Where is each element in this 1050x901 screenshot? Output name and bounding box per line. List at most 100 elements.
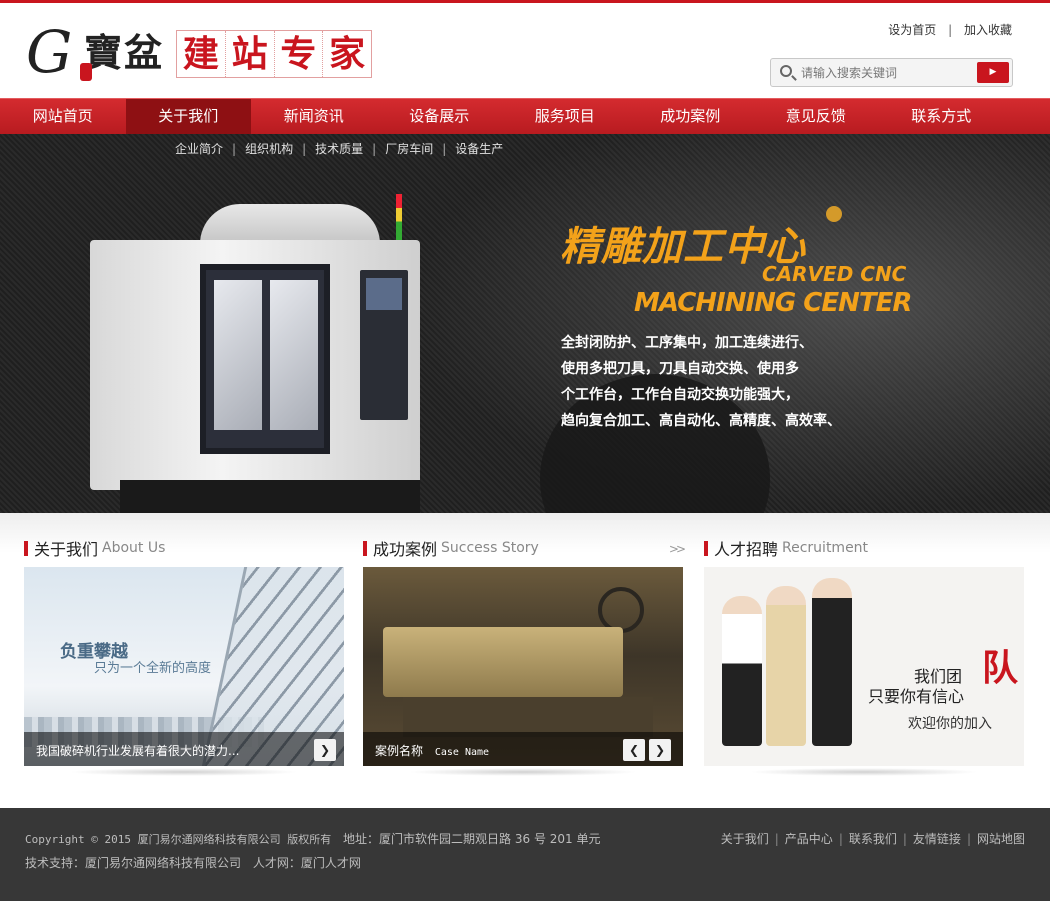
search-icon (780, 65, 792, 77)
case-name-en: Case Name (434, 747, 490, 758)
chevron-right-icon: ❯ (654, 743, 666, 757)
control-screen (366, 278, 402, 310)
about-title[interactable]: 关于我们 (34, 536, 98, 560)
footer-link-friends[interactable]: 友情链接 (913, 832, 961, 846)
set-homepage-link[interactable]: 设为首页 (888, 23, 936, 37)
divider: | (302, 142, 307, 156)
footer-links: 关于我们 | 产品中心 | 联系我们 | 友情链接 | 网站地图 (721, 830, 1025, 847)
content-section: 关于我们 About Us 负重攀越 只为一个全新的高度 我国破碎机行业发展有着… (0, 513, 1050, 808)
about-column: 关于我们 About Us 负重攀越 只为一个全新的高度 我国破碎机行业发展有着… (24, 537, 344, 776)
machine-control-panel (360, 270, 408, 420)
about-caption-bar: 我国破碎机行业发展有着很大的潜力... ❯ (24, 732, 344, 766)
lathe-graphic (383, 627, 623, 697)
cases-title-en: Success Story (441, 540, 539, 556)
subnav-item-quality[interactable]: 技术质量 (315, 142, 363, 156)
image-shadow (749, 768, 979, 776)
subnav-item-profile[interactable]: 企业简介 (175, 142, 223, 156)
machine-base (120, 480, 420, 513)
cases-heading: 成功案例 Success Story (363, 537, 683, 559)
nav-item-news[interactable]: 新闻资讯 (251, 99, 377, 134)
footer-link-sitemap[interactable]: 网站地图 (977, 832, 1025, 846)
logo-seal-icon (80, 63, 92, 81)
heading-marker (704, 540, 708, 556)
logo-char: 站 (226, 31, 275, 77)
jobs-title-en: Recruitment (782, 540, 869, 556)
next-button[interactable]: ❯ (649, 739, 671, 761)
banner-desc-line: 个工作台，工作台自动交换功能强大， (561, 387, 799, 403)
logo-char: 建 (177, 31, 226, 77)
case-caption: 案例名称 Case Name (375, 742, 489, 759)
lathe-bed-graphic (403, 697, 653, 737)
footer-link-products[interactable]: 产品中心 (785, 832, 833, 846)
divider: | (838, 832, 843, 846)
case-caption-bar: 案例名称 Case Name ❮ ❯ (363, 732, 683, 766)
case-name-zh[interactable]: 案例名称 (375, 744, 423, 758)
banner-en-line1: CARVED CNC (762, 262, 907, 286)
header: G 寶盆 建 站 专 家 设为首页 | 加入收藏 ▶ (0, 3, 1050, 98)
divider: | (232, 142, 237, 156)
next-button[interactable]: ❯ (314, 739, 336, 761)
nav-item-equipment[interactable]: 设备展示 (377, 99, 503, 134)
image-shadow (408, 768, 638, 776)
divider: | (948, 23, 953, 37)
address-text: 地址：厦门市软件园二期观日路 36 号 201 单元 (343, 832, 601, 846)
about-caption[interactable]: 我国破碎机行业发展有着很大的潜力... (36, 742, 239, 759)
banner-desc-line: 趋向复合加工、高自动化、高精度、高效率、 (561, 413, 841, 429)
prev-button[interactable]: ❮ (623, 739, 645, 761)
nav-item-contact[interactable]: 联系方式 (879, 99, 1005, 134)
search-submit-button[interactable]: ▶ (977, 62, 1009, 83)
machine-signal-light (396, 194, 402, 240)
banner-dot (826, 206, 842, 222)
subnav-item-production[interactable]: 设备生产 (455, 142, 503, 156)
heading-marker (24, 540, 28, 556)
more-link[interactable]: >> (669, 542, 686, 556)
subnav-item-organization[interactable]: 组织机构 (245, 142, 293, 156)
jobs-title[interactable]: 人才招聘 (714, 536, 778, 560)
about-image-subtitle: 只为一个全新的高度 (94, 661, 212, 676)
about-image[interactable]: 负重攀越 只为一个全新的高度 我国破碎机行业发展有着很大的潜力... ❯ (24, 567, 344, 766)
divider: | (372, 142, 377, 156)
logo-traditional-text: 寶盆 (84, 30, 165, 75)
divider: | (966, 832, 971, 846)
about-title-en: About Us (102, 540, 166, 556)
footer-line2: 技术支持：厦门易尔通网络科技有限公司 人才网：厦门人才网 (25, 854, 361, 871)
banner-description: 全封闭防护、工序集中，加工连续进行、 使用多把刀具，刀具自动交换、使用多 个工作… (561, 330, 861, 434)
case-image[interactable]: 案例名称 Case Name ❮ ❯ (363, 567, 683, 766)
nav-item-cases[interactable]: 成功案例 (628, 99, 754, 134)
cases-column: 成功案例 Success Story >> 案例名称 Case Name ❮ ❯ (363, 537, 686, 776)
machine-door (200, 264, 330, 454)
footer: Copyright © 2015 厦门易尔通网络科技有限公司 版权所有 地址：厦… (0, 808, 1050, 901)
sub-nav: 企业简介 | 组织机构 | 技术质量 | 厂房车间 | 设备生产 (175, 140, 503, 157)
add-favorite-link[interactable]: 加入收藏 (964, 23, 1012, 37)
about-heading: 关于我们 About Us (24, 537, 344, 559)
person-figure (812, 578, 852, 746)
recruit-big-char: 队 (982, 648, 1019, 689)
nav-item-about[interactable]: 关于我们 (125, 99, 251, 134)
subnav-item-workshop[interactable]: 厂房车间 (385, 142, 433, 156)
logo-brand-text: 建 站 专 家 (176, 30, 372, 78)
door-window (270, 280, 318, 430)
nav-item-home[interactable]: 网站首页 (0, 99, 126, 134)
footer-link-about[interactable]: 关于我们 (721, 832, 769, 846)
heading-marker (363, 540, 367, 556)
door-window (214, 280, 262, 430)
cases-title[interactable]: 成功案例 (373, 536, 437, 560)
recruitment-image[interactable]: 我们团 队 只要你有信心 欢迎你的加入 (704, 567, 1024, 766)
divider: | (442, 142, 447, 156)
divider: | (774, 832, 779, 846)
talent-link[interactable]: 人才网：厦门人才网 (253, 856, 361, 870)
nav-item-services[interactable]: 服务项目 (502, 99, 628, 134)
person-figure (722, 596, 762, 746)
jobs-column: 人才招聘 Recruitment 我们团 队 只要你有信心 欢迎你的加入 (704, 537, 1024, 776)
nav-item-feedback[interactable]: 意见反馈 (753, 99, 879, 134)
top-links: 设为首页 | 加入收藏 (888, 21, 1012, 38)
banner-en-line2: MACHINING CENTER (634, 288, 912, 318)
search-box: ▶ (770, 58, 1013, 87)
logo-g-mark: G (26, 18, 73, 86)
main-nav: 网站首页 关于我们 新闻资讯 设备展示 服务项目 成功案例 意见反馈 联系方式 (0, 98, 1050, 134)
footer-link-contact[interactable]: 联系我们 (849, 832, 897, 846)
tech-support-text: 技术支持：厦门易尔通网络科技有限公司 (25, 856, 242, 870)
search-input[interactable] (801, 62, 971, 83)
hero-banner: 企业简介 | 组织机构 | 技术质量 | 厂房车间 | 设备生产 精雕加工中心 CARVED C… (0, 134, 1050, 513)
site-logo[interactable]: G 寶盆 建 站 专 家 (26, 18, 372, 86)
